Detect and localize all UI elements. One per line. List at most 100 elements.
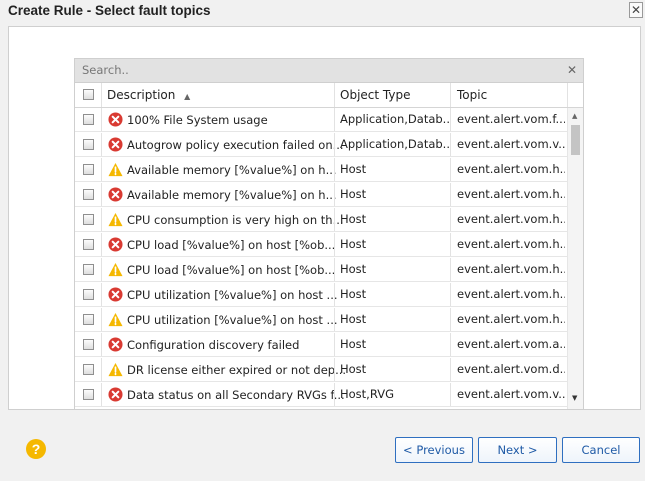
row-checkbox[interactable] xyxy=(83,114,94,125)
row-description: Autogrow policy execution failed on... xyxy=(127,138,344,152)
row-object-type: Host xyxy=(340,287,367,301)
row-checkbox[interactable] xyxy=(83,264,94,275)
column-separator xyxy=(450,233,451,256)
help-icon[interactable]: ? xyxy=(26,439,46,459)
error-icon xyxy=(108,112,123,127)
warning-icon xyxy=(108,162,123,177)
warning-icon xyxy=(108,262,123,277)
table-row[interactable]: Data status on all Secondary RVGs f... Ho… xyxy=(75,383,567,407)
row-description: Data status on all Secondary RVGs f... xyxy=(127,388,345,402)
column-separator xyxy=(334,358,335,381)
select-all-checkbox[interactable] xyxy=(83,89,94,100)
row-checkbox[interactable] xyxy=(83,164,94,175)
column-separator xyxy=(334,158,335,181)
column-separator xyxy=(450,183,451,206)
column-separator xyxy=(101,283,102,306)
column-separator xyxy=(101,158,102,181)
table-row[interactable]: DR license either expired or not dep... H… xyxy=(75,358,567,382)
table-row[interactable]: CPU load [%value%] on host [%ob... Host ev… xyxy=(75,233,567,257)
error-icon xyxy=(108,387,123,402)
table-row[interactable]: CPU utilization [%value%] on host ... Hos… xyxy=(75,308,567,332)
column-separator xyxy=(101,208,102,231)
row-description: CPU load [%value%] on host [%ob... xyxy=(127,238,336,252)
column-separator xyxy=(450,108,451,131)
row-checkbox[interactable] xyxy=(83,214,94,225)
row-topic: event.alert.vom.h... xyxy=(457,312,565,326)
row-description: Available memory [%value%] on h... xyxy=(127,163,337,177)
column-separator xyxy=(334,258,335,281)
row-checkbox[interactable] xyxy=(83,289,94,300)
row-object-type: Host xyxy=(340,262,367,276)
row-topic: event.alert.vom.v... xyxy=(457,137,565,151)
column-header-description[interactable]: Description ▲ xyxy=(107,88,190,102)
cancel-button[interactable]: Cancel xyxy=(562,437,640,463)
column-separator xyxy=(101,183,102,206)
column-header-topic[interactable]: Topic xyxy=(457,88,487,102)
table-row[interactable]: Available memory [%value%] on h... Host ev… xyxy=(75,183,567,207)
column-header-object-type[interactable]: Object Type xyxy=(340,88,410,102)
grid-scrollbar[interactable]: ▲ ▼ xyxy=(567,108,583,409)
column-separator xyxy=(334,383,335,406)
row-topic: event.alert.vom.h... xyxy=(457,237,565,251)
column-separator xyxy=(450,283,451,306)
column-separator xyxy=(450,133,451,156)
table-row[interactable]: Available memory [%value%] on h... Host ev… xyxy=(75,158,567,182)
row-topic: event.alert.vom.h... xyxy=(457,287,565,301)
row-topic: event.alert.vom.h... xyxy=(457,262,565,276)
close-button[interactable]: ✕ xyxy=(629,2,643,18)
row-description: CPU utilization [%value%] on host ... xyxy=(127,313,338,327)
error-icon xyxy=(108,337,123,352)
row-checkbox[interactable] xyxy=(83,364,94,375)
row-checkbox[interactable] xyxy=(83,389,94,400)
table-row[interactable]: CPU consumption is very high on th... Hos… xyxy=(75,208,567,232)
column-separator xyxy=(334,283,335,306)
error-icon xyxy=(108,187,123,202)
scroll-up-icon[interactable]: ▲ xyxy=(572,112,577,120)
column-separator xyxy=(101,233,102,256)
scroll-down-icon[interactable]: ▼ xyxy=(572,394,577,402)
column-separator xyxy=(334,183,335,206)
table-row[interactable]: 100% File System usage Application,Datab.… xyxy=(75,108,567,132)
row-checkbox[interactable] xyxy=(83,239,94,250)
row-description: CPU load [%value%] on host [%ob... xyxy=(127,263,336,277)
dialog-title: Create Rule - Select fault topics xyxy=(8,3,211,18)
create-rule-dialog: Create Rule - Select fault topics ✕ ✕ De… xyxy=(0,0,645,481)
column-separator xyxy=(334,133,335,156)
table-row[interactable]: CPU utilization [%value%] on host ... Hos… xyxy=(75,283,567,307)
column-separator xyxy=(450,258,451,281)
row-object-type: Host,RVG xyxy=(340,387,394,401)
table-row[interactable]: CPU load [%value%] on host [%ob... Host ev… xyxy=(75,258,567,282)
column-separator xyxy=(101,258,102,281)
row-checkbox[interactable] xyxy=(83,139,94,150)
row-topic: event.alert.vom.f... xyxy=(457,112,565,126)
row-description: Configuration discovery failed xyxy=(127,338,300,352)
row-object-type: Host xyxy=(340,362,367,376)
column-separator xyxy=(334,233,335,256)
column-separator xyxy=(450,383,451,406)
title-bar: Create Rule - Select fault topics ✕ xyxy=(0,0,645,26)
search-input[interactable] xyxy=(75,59,562,81)
row-topic: event.alert.vom.a... xyxy=(457,337,565,351)
row-object-type: Host xyxy=(340,312,367,326)
row-topic: event.alert.vom.d... xyxy=(457,362,565,376)
column-separator xyxy=(101,108,102,131)
row-checkbox[interactable] xyxy=(83,189,94,200)
column-separator xyxy=(101,383,102,406)
row-checkbox[interactable] xyxy=(83,314,94,325)
table-row[interactable]: Configuration discovery failed Host event.… xyxy=(75,333,567,357)
sort-ascending-icon: ▲ xyxy=(184,92,191,101)
row-checkbox[interactable] xyxy=(83,339,94,350)
warning-icon xyxy=(108,312,123,327)
table-row[interactable]: Autogrow policy execution failed on... Ap… xyxy=(75,133,567,157)
row-description: CPU utilization [%value%] on host ... xyxy=(127,288,338,302)
row-object-type: Host xyxy=(340,212,367,226)
previous-button[interactable]: < Previous xyxy=(395,437,473,463)
error-icon xyxy=(108,287,123,302)
scrollbar-thumb[interactable] xyxy=(571,125,580,155)
grid-header: Description ▲ Object Type Topic xyxy=(75,83,583,108)
column-separator xyxy=(450,333,451,356)
clear-search-icon[interactable]: ✕ xyxy=(565,62,579,78)
column-separator xyxy=(101,83,102,107)
row-description: 100% File System usage xyxy=(127,113,268,127)
next-button[interactable]: Next > xyxy=(478,437,557,463)
